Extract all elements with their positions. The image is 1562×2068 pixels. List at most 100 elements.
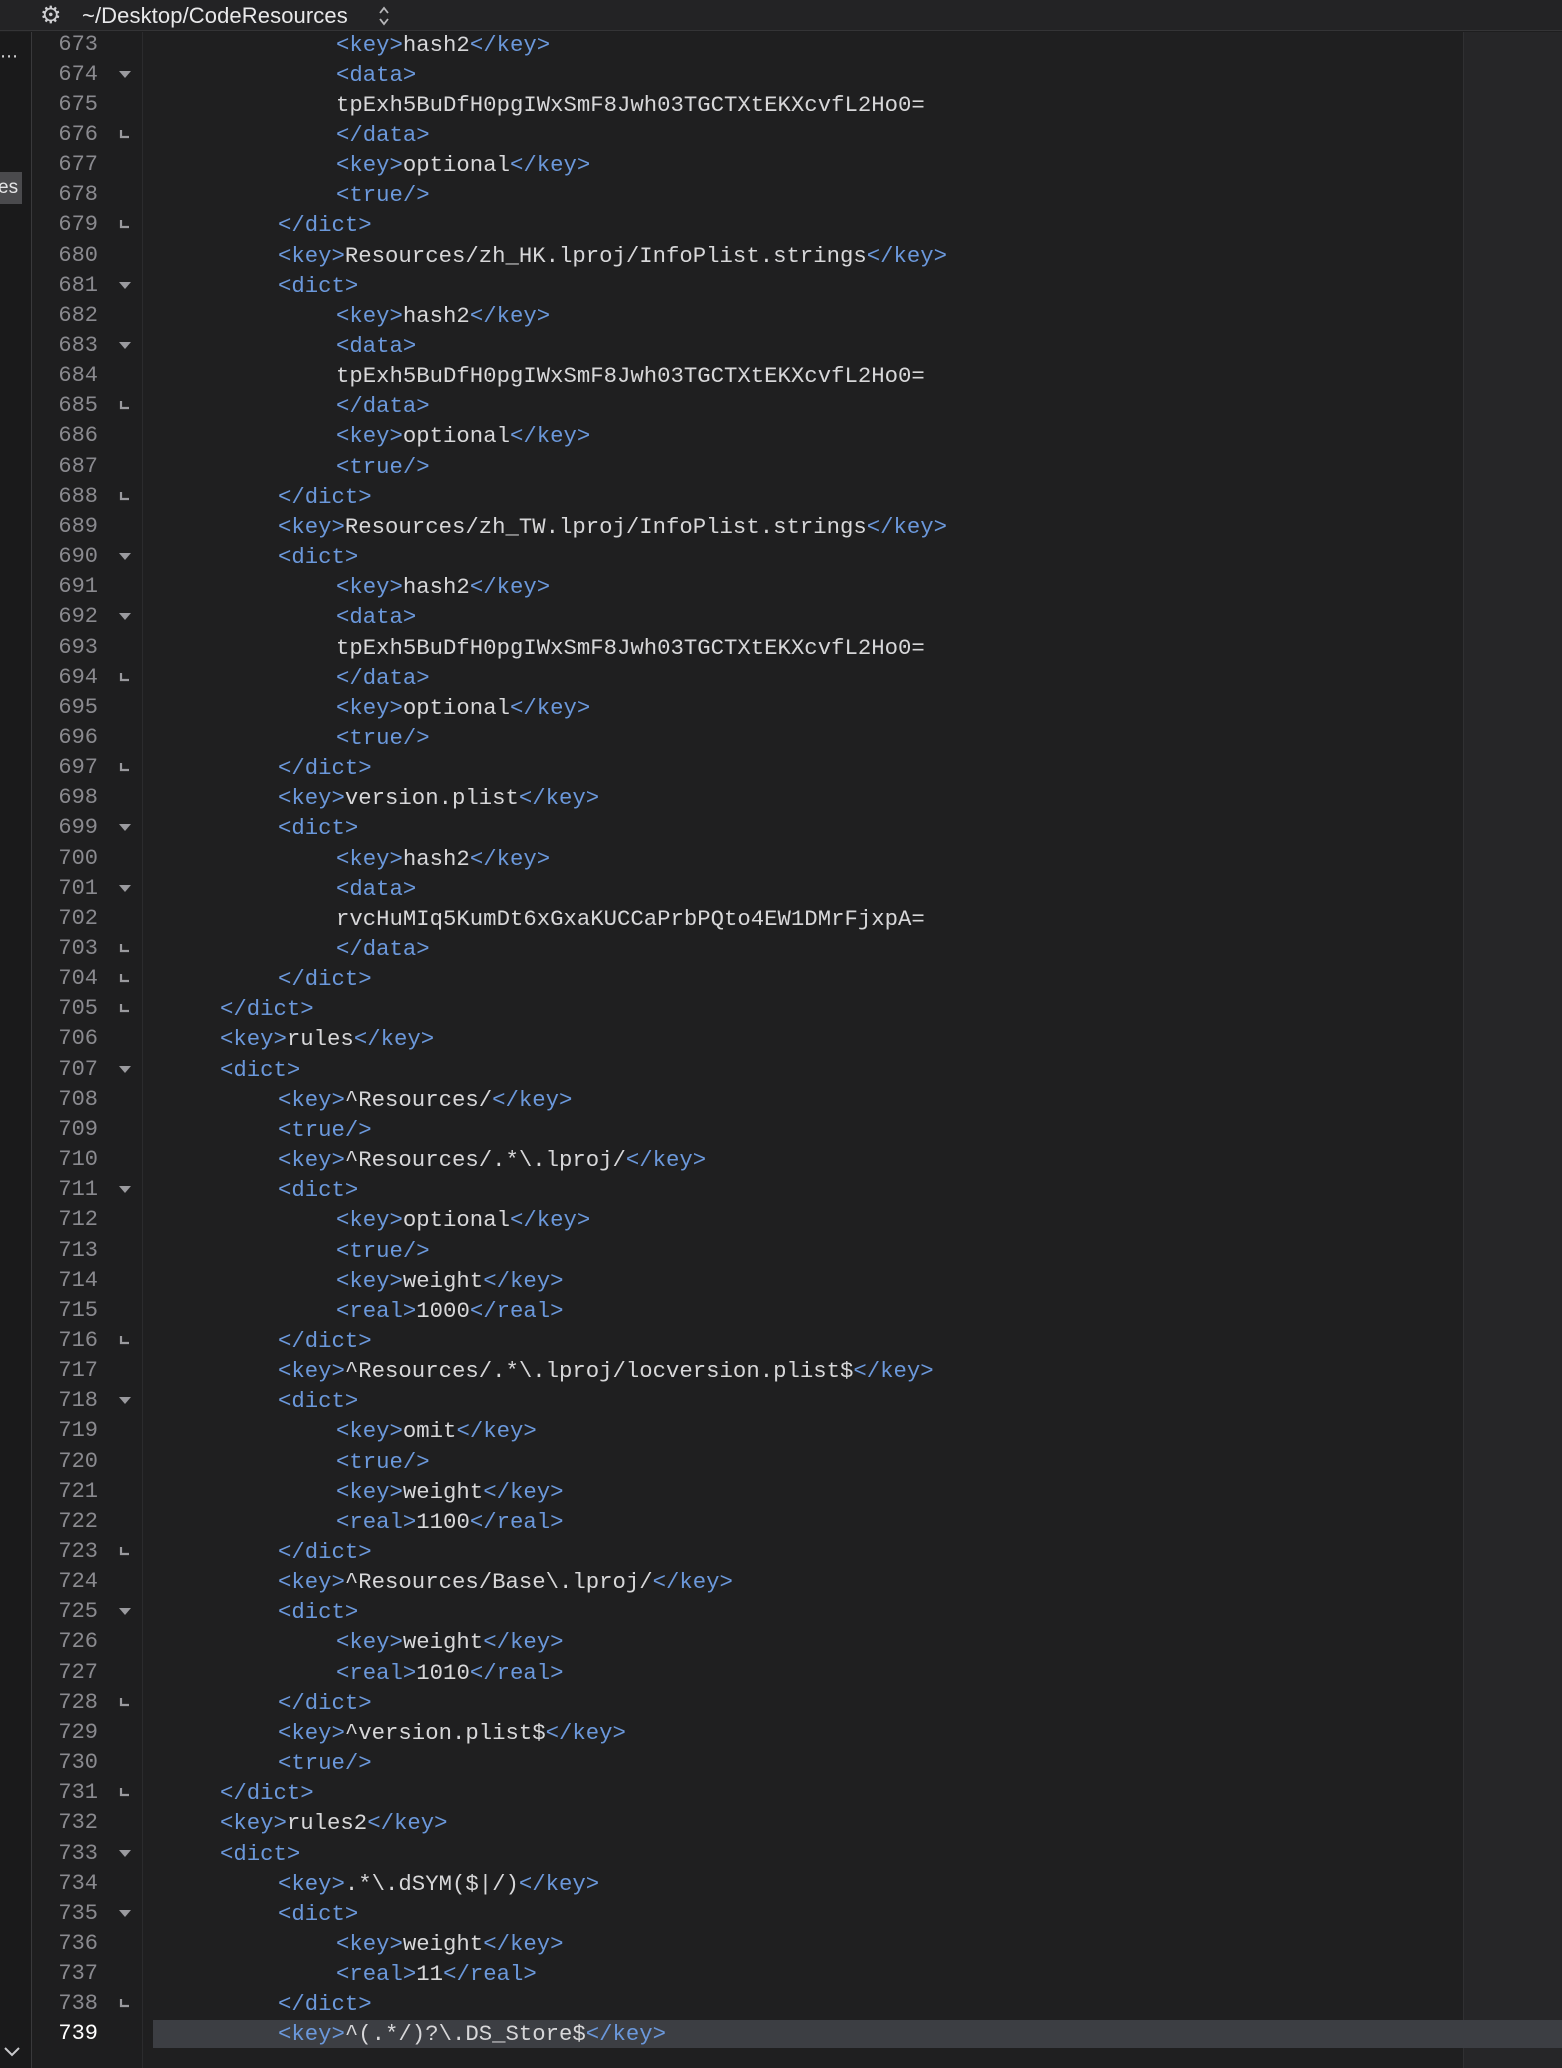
- up-down-chevron-icon[interactable]: [374, 3, 394, 29]
- fold-end-icon[interactable]: [116, 663, 134, 693]
- code-line[interactable]: 714 <key>weight</key>: [0, 1266, 1562, 1296]
- fold-end-icon[interactable]: [116, 1688, 134, 1718]
- fold-disclosure-icon[interactable]: [116, 331, 134, 361]
- file-path[interactable]: ~/Desktop/CodeResources: [82, 2, 348, 30]
- code-line[interactable]: 720 <true/>: [0, 1447, 1562, 1477]
- fold-end-icon[interactable]: [116, 753, 134, 783]
- code-line[interactable]: 705 </dict>: [0, 994, 1562, 1024]
- code-line[interactable]: 722 <real>1100</real>: [0, 1507, 1562, 1537]
- code-line[interactable]: 702 rvcHuMIq5KumDt6xGxaKUCCaPrbPQto4EW1DM…: [0, 904, 1562, 934]
- code-line[interactable]: 723 </dict>: [0, 1537, 1562, 1567]
- fold-end-icon[interactable]: [116, 210, 134, 240]
- code-line[interactable]: 679 </dict>: [0, 210, 1562, 240]
- code-line[interactable]: 715 <real>1000</real>: [0, 1296, 1562, 1326]
- code-line[interactable]: 691 <key>hash2</key>: [0, 572, 1562, 602]
- code-line[interactable]: 733 <dict>: [0, 1839, 1562, 1869]
- code-line[interactable]: 727 <real>1010</real>: [0, 1658, 1562, 1688]
- code-line[interactable]: 685 </data>: [0, 391, 1562, 421]
- code-line[interactable]: 706 <key>rules</key>: [0, 1024, 1562, 1054]
- code-line[interactable]: 731 </dict>: [0, 1778, 1562, 1808]
- xml-tag: <key>: [336, 1930, 403, 1957]
- code-line[interactable]: 684 tpExh5BuDfH0pgIWxSmF8Jwh03TGCTXtEKXcv…: [0, 361, 1562, 391]
- code-line[interactable]: 728 </dict>: [0, 1688, 1562, 1718]
- code-line[interactable]: 717 <key>^Resources/.*\.lproj/locversion.…: [0, 1356, 1562, 1386]
- code-line[interactable]: 692 <data>: [0, 602, 1562, 632]
- code-line[interactable]: 707 <dict>: [0, 1055, 1562, 1085]
- code-line[interactable]: 701 <data>: [0, 874, 1562, 904]
- fold-disclosure-icon[interactable]: [116, 60, 134, 90]
- code-line[interactable]: 736 <key>weight</key>: [0, 1929, 1562, 1959]
- code-line[interactable]: 708 <key>^Resources/</key>: [0, 1085, 1562, 1115]
- code-line[interactable]: 735 <dict>: [0, 1899, 1562, 1929]
- fold-end-icon[interactable]: [116, 1989, 134, 2019]
- code-line[interactable]: 703 </data>: [0, 934, 1562, 964]
- gear-icon[interactable]: ⚙: [40, 1, 62, 29]
- code-line[interactable]: 676 </data>: [0, 120, 1562, 150]
- code-line[interactable]: 681 <dict>: [0, 271, 1562, 301]
- code-line[interactable]: 725 <dict>: [0, 1597, 1562, 1627]
- fold-end-icon[interactable]: [116, 1537, 134, 1567]
- fold-end-icon[interactable]: [116, 391, 134, 421]
- code-line[interactable]: 696 <true/>: [0, 723, 1562, 753]
- fold-disclosure-icon[interactable]: [116, 1055, 134, 1085]
- fold-disclosure-icon[interactable]: [116, 271, 134, 301]
- code-line[interactable]: 686 <key>optional</key>: [0, 421, 1562, 451]
- code-line[interactable]: 678 <true/>: [0, 180, 1562, 210]
- code-line[interactable]: 697 </dict>: [0, 753, 1562, 783]
- code-line[interactable]: 683 <data>: [0, 331, 1562, 361]
- code-line[interactable]: 700 <key>hash2</key>: [0, 844, 1562, 874]
- code-line[interactable]: 677 <key>optional</key>: [0, 150, 1562, 180]
- fold-disclosure-icon[interactable]: [116, 813, 134, 843]
- fold-end-icon[interactable]: [116, 1326, 134, 1356]
- code-line[interactable]: 712 <key>optional</key>: [0, 1205, 1562, 1235]
- code-line[interactable]: 737 <real>11</real>: [0, 1959, 1562, 1989]
- code-line[interactable]: 673 <key>hash2</key>: [0, 30, 1562, 60]
- code-line[interactable]: 738 </dict>: [0, 1989, 1562, 2019]
- code-line[interactable]: 732 <key>rules2</key>: [0, 1808, 1562, 1838]
- code-line[interactable]: 675 tpExh5BuDfH0pgIWxSmF8Jwh03TGCTXtEKXcv…: [0, 90, 1562, 120]
- code-line[interactable]: 734 <key>.*\.dSYM($|/)</key>: [0, 1869, 1562, 1899]
- code-line[interactable]: 710 <key>^Resources/.*\.lproj/</key>: [0, 1145, 1562, 1175]
- fold-disclosure-icon[interactable]: [116, 1597, 134, 1627]
- code-line[interactable]: 674 <data>: [0, 60, 1562, 90]
- fold-disclosure-icon[interactable]: [116, 1175, 134, 1205]
- fold-end-icon[interactable]: [116, 934, 134, 964]
- code-line[interactable]: 693 tpExh5BuDfH0pgIWxSmF8Jwh03TGCTXtEKXcv…: [0, 633, 1562, 663]
- current-line[interactable]: 739 <key>^(.*/)?\.DS_Store$</key>: [0, 2019, 1562, 2049]
- code-line[interactable]: 721 <key>weight</key>: [0, 1477, 1562, 1507]
- code-line[interactable]: 713 <true/>: [0, 1236, 1562, 1266]
- code-line[interactable]: 709 <true/>: [0, 1115, 1562, 1145]
- code-line[interactable]: 690 <dict>: [0, 542, 1562, 572]
- code-line[interactable]: 704 </dict>: [0, 964, 1562, 994]
- code-line[interactable]: 698 <key>version.plist</key>: [0, 783, 1562, 813]
- fold-end-icon[interactable]: [116, 1778, 134, 1808]
- fold-disclosure-icon[interactable]: [116, 874, 134, 904]
- fold-end-icon[interactable]: [116, 994, 134, 1024]
- fold-disclosure-icon[interactable]: [116, 602, 134, 632]
- code-line[interactable]: 729 <key>^version.plist$</key>: [0, 1718, 1562, 1748]
- fold-end-icon[interactable]: [116, 120, 134, 150]
- code-line[interactable]: 726 <key>weight</key>: [0, 1627, 1562, 1657]
- fold-disclosure-icon[interactable]: [116, 1386, 134, 1416]
- code-line[interactable]: 695 <key>optional</key>: [0, 693, 1562, 723]
- fold-disclosure-icon[interactable]: [116, 542, 134, 572]
- code-line[interactable]: 716 </dict>: [0, 1326, 1562, 1356]
- code-line[interactable]: 682 <key>hash2</key>: [0, 301, 1562, 331]
- code-line[interactable]: 694 </data>: [0, 663, 1562, 693]
- code-line[interactable]: 688 </dict>: [0, 482, 1562, 512]
- fold-disclosure-icon[interactable]: [116, 1899, 134, 1929]
- code-line[interactable]: 724 <key>^Resources/Base\.lproj/</key>: [0, 1567, 1562, 1597]
- code-line[interactable]: 719 <key>omit</key>: [0, 1416, 1562, 1446]
- code-line[interactable]: 718 <dict>: [0, 1386, 1562, 1416]
- code-line[interactable]: 711 <dict>: [0, 1175, 1562, 1205]
- fold-disclosure-icon[interactable]: [116, 1839, 134, 1869]
- xml-tag: <key>: [336, 1478, 403, 1505]
- fold-end-icon[interactable]: [116, 482, 134, 512]
- code-line[interactable]: 689 <key>Resources/zh_TW.lproj/InfoPlist.…: [0, 512, 1562, 542]
- fold-end-icon[interactable]: [116, 964, 134, 994]
- code-text: </dict>: [278, 1688, 372, 1718]
- code-line[interactable]: 680 <key>Resources/zh_HK.lproj/InfoPlist.…: [0, 241, 1562, 271]
- code-line[interactable]: 699 <dict>: [0, 813, 1562, 843]
- code-line[interactable]: 687 <true/>: [0, 452, 1562, 482]
- code-line[interactable]: 730 <true/>: [0, 1748, 1562, 1778]
